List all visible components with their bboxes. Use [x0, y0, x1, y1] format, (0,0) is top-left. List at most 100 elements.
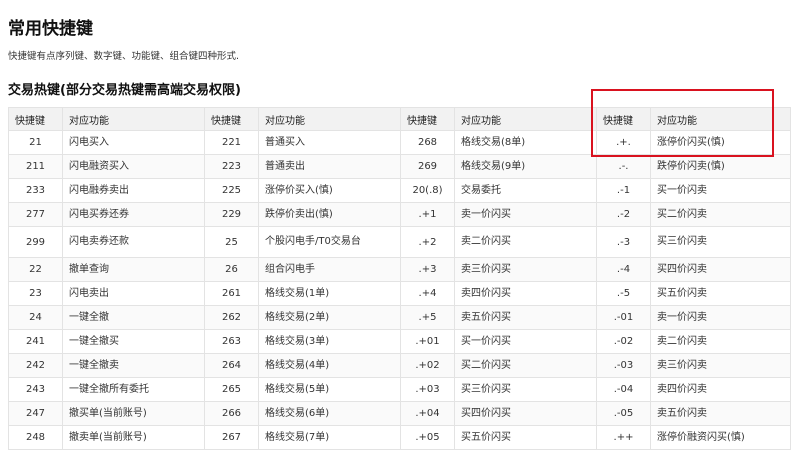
hotkey-cell: .-04 [596, 377, 651, 402]
column-header: 快捷键 [8, 107, 63, 131]
function-cell: 买二价闪买 [454, 353, 597, 378]
hotkey-cell: 248 [8, 425, 63, 450]
function-cell: 涨停价买入(慎) [258, 178, 401, 203]
hotkey-cell: 267 [204, 425, 259, 450]
function-cell: 一键全撤 [62, 305, 205, 330]
function-cell: 买三价闪卖 [650, 226, 791, 258]
hotkey-cell: .-02 [596, 329, 651, 354]
function-cell: 一键全撤卖 [62, 353, 205, 378]
hotkey-cell: .+1 [400, 202, 455, 227]
hotkey-cell: 24 [8, 305, 63, 330]
function-cell: 格线交易(2单) [258, 305, 401, 330]
table-row: 24 一键全撤 262 格线交易(2单) .+5 卖五价闪买 .-01 卖一价闪卖 [8, 305, 791, 330]
column-header: 对应功能 [454, 107, 597, 131]
hotkey-cell: 223 [204, 154, 259, 179]
function-cell: 格线交易(9单) [454, 154, 597, 179]
function-cell: 撤单查询 [62, 257, 205, 282]
function-cell: 卖三价闪买 [454, 257, 597, 282]
function-cell: 交易委托 [454, 178, 597, 203]
column-header: 快捷键 [596, 107, 651, 131]
function-cell: 普通卖出 [258, 154, 401, 179]
function-cell: 买一价闪买 [454, 329, 597, 354]
function-cell: 跌停价闪卖(慎) [650, 154, 791, 179]
intro-text: 快捷键有点序列键、数字键、功能键、组合键四种形式. [8, 51, 240, 62]
function-cell: 买五价闪买 [454, 425, 597, 450]
section-title: 交易热键(部分交易热键需高端交易权限) [8, 83, 241, 98]
hotkey-cell: .+02 [400, 353, 455, 378]
table-row: 241 一键全撤买 263 格线交易(3单) .+01 买一价闪买 .-02 卖二价闪卖 [8, 329, 791, 354]
hotkey-cell: .+01 [400, 329, 455, 354]
table-row: 247 撤买单(当前账号) 266 格线交易(6单) .+04 买四价闪买 .-05 卖五价闪… [8, 401, 791, 426]
hotkey-cell: .-05 [596, 401, 651, 426]
hotkey-cell: 21 [8, 130, 63, 155]
table-header-row: 快捷键 对应功能 快捷键 对应功能 快捷键 对应功能 快捷键 对应功能 [8, 107, 791, 131]
hotkey-cell: 242 [8, 353, 63, 378]
hotkey-cell: 23 [8, 281, 63, 306]
function-cell: 闪电买券还券 [62, 202, 205, 227]
function-cell: 买三价闪买 [454, 377, 597, 402]
function-cell: 个股闪电手/T0交易台 [258, 226, 401, 258]
function-cell: 卖一价闪卖 [650, 305, 791, 330]
function-cell: 买一价闪卖 [650, 178, 791, 203]
hotkey-cell: 265 [204, 377, 259, 402]
hotkey-cell: 211 [8, 154, 63, 179]
hotkey-cell: 266 [204, 401, 259, 426]
table-row: 243 一键全撤所有委托 265 格线交易(5单) .+03 买三价闪买 .-04 卖四价闪卖 [8, 377, 791, 402]
hotkey-cell: .+3 [400, 257, 455, 282]
hotkey-cell: 261 [204, 281, 259, 306]
function-cell: 闪电卖券还款 [62, 226, 205, 258]
hotkey-cell: .-. [596, 154, 651, 179]
hotkey-cell: 243 [8, 377, 63, 402]
hotkey-cell: 299 [8, 226, 63, 258]
column-header: 快捷键 [400, 107, 455, 131]
function-cell: 跌停价卖出(慎) [258, 202, 401, 227]
table-row: 21 闪电买入 221 普通买入 268 格线交易(8单) .+. 涨停价闪买(慎) [8, 130, 791, 155]
function-cell: 一键全撤买 [62, 329, 205, 354]
column-header: 对应功能 [258, 107, 401, 131]
function-cell: 格线交易(6单) [258, 401, 401, 426]
function-cell: 卖五价闪卖 [650, 401, 791, 426]
hotkey-cell: 229 [204, 202, 259, 227]
hotkey-cell: .+05 [400, 425, 455, 450]
hotkey-table: 快捷键 对应功能 快捷键 对应功能 快捷键 对应功能 快捷键 对应功能 21 闪电… [8, 107, 791, 450]
function-cell: 普通买入 [258, 130, 401, 155]
hotkey-cell: .-4 [596, 257, 651, 282]
function-cell: 撤买单(当前账号) [62, 401, 205, 426]
function-cell: 格线交易(7单) [258, 425, 401, 450]
page-title: 常用快捷键 [8, 19, 93, 39]
hotkey-cell: .+. [596, 130, 651, 155]
function-cell: 卖二价闪买 [454, 226, 597, 258]
column-header: 对应功能 [62, 107, 205, 131]
hotkey-cell: 263 [204, 329, 259, 354]
hotkey-cell: .-03 [596, 353, 651, 378]
hotkey-cell: .+03 [400, 377, 455, 402]
function-cell: 闪电买入 [62, 130, 205, 155]
hotkey-cell: 277 [8, 202, 63, 227]
hotkey-cell: .+4 [400, 281, 455, 306]
function-cell: 买二价闪卖 [650, 202, 791, 227]
hotkey-cell: .+5 [400, 305, 455, 330]
table-row: 248 撤卖单(当前账号) 267 格线交易(7单) .+05 买五价闪买 .++ 涨停价融资… [8, 425, 791, 450]
hotkey-cell: 221 [204, 130, 259, 155]
hotkey-cell: .+04 [400, 401, 455, 426]
function-cell: 卖四价闪卖 [650, 377, 791, 402]
function-cell: 格线交易(4单) [258, 353, 401, 378]
column-header: 对应功能 [650, 107, 791, 131]
table-row: 23 闪电卖出 261 格线交易(1单) .+4 卖四价闪买 .-5 买五价闪卖 [8, 281, 791, 306]
hotkey-cell: .++ [596, 425, 651, 450]
function-cell: 格线交易(8单) [454, 130, 597, 155]
function-cell: 卖一价闪买 [454, 202, 597, 227]
table-row: 277 闪电买券还券 229 跌停价卖出(慎) .+1 卖一价闪买 .-2 买二价闪卖 [8, 202, 791, 227]
hotkey-cell: 264 [204, 353, 259, 378]
hotkey-cell: .-2 [596, 202, 651, 227]
hotkey-cell: 241 [8, 329, 63, 354]
hotkey-cell: 20(.8) [400, 178, 455, 203]
function-cell: 涨停价融资闪买(慎) [650, 425, 791, 450]
function-cell: 闪电融资买入 [62, 154, 205, 179]
hotkey-cell: 26 [204, 257, 259, 282]
hotkey-cell: 25 [204, 226, 259, 258]
hotkey-cell: 262 [204, 305, 259, 330]
function-cell: 卖三价闪卖 [650, 353, 791, 378]
hotkey-cell: .+2 [400, 226, 455, 258]
hotkey-cell: 269 [400, 154, 455, 179]
